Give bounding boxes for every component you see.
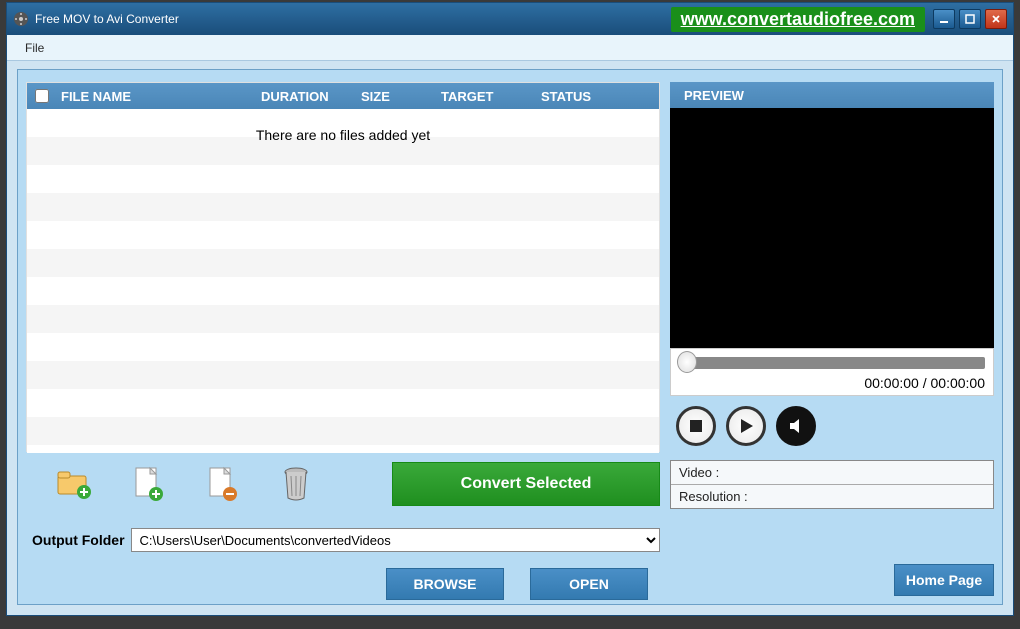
stop-icon bbox=[688, 418, 704, 434]
mute-button[interactable] bbox=[776, 406, 816, 446]
select-all-checkbox[interactable] bbox=[35, 89, 49, 103]
table-body[interactable]: There are no files added yet bbox=[27, 109, 659, 453]
maximize-button[interactable] bbox=[959, 9, 981, 29]
header-checkbox-cell bbox=[27, 89, 57, 103]
folder-add-icon bbox=[56, 468, 92, 500]
output-folder-select[interactable]: C:\Users\User\Documents\convertedVideos bbox=[131, 528, 660, 552]
preview-header: PREVIEW bbox=[670, 82, 994, 108]
play-icon bbox=[737, 417, 755, 435]
info-resolution-label: Resolution : bbox=[679, 489, 748, 504]
add-folder-button[interactable] bbox=[54, 464, 94, 504]
promo-link[interactable]: www.convertaudiofree.com bbox=[671, 7, 925, 32]
speaker-icon bbox=[787, 417, 805, 435]
stop-button[interactable] bbox=[676, 406, 716, 446]
delete-all-button[interactable] bbox=[276, 464, 316, 504]
trash-icon bbox=[281, 466, 311, 502]
content-area: FILE NAME DURATION SIZE TARGET STATUS Th… bbox=[17, 69, 1003, 605]
output-folder-row: Output Folder C:\Users\User\Documents\co… bbox=[26, 528, 660, 552]
play-button[interactable] bbox=[726, 406, 766, 446]
action-buttons: BROWSE OPEN bbox=[26, 568, 660, 600]
header-target[interactable]: TARGET bbox=[437, 89, 537, 104]
header-duration[interactable]: DURATION bbox=[257, 89, 357, 104]
seek-slider[interactable] bbox=[679, 357, 985, 369]
file-add-icon bbox=[132, 466, 164, 502]
add-file-button[interactable] bbox=[128, 464, 168, 504]
seek-box: 00:00:00 / 00:00:00 bbox=[670, 348, 994, 396]
output-folder-label: Output Folder bbox=[32, 532, 125, 548]
media-info-box: Video : Resolution : bbox=[670, 460, 994, 509]
left-pane: FILE NAME DURATION SIZE TARGET STATUS Th… bbox=[26, 82, 660, 600]
header-filename[interactable]: FILE NAME bbox=[57, 89, 257, 104]
info-video-row: Video : bbox=[671, 461, 993, 485]
info-resolution-row: Resolution : bbox=[671, 485, 993, 508]
table-header: FILE NAME DURATION SIZE TARGET STATUS bbox=[27, 83, 659, 109]
menubar: File bbox=[7, 35, 1013, 61]
seek-thumb[interactable] bbox=[677, 351, 697, 373]
file-table: FILE NAME DURATION SIZE TARGET STATUS Th… bbox=[26, 82, 660, 452]
info-video-label: Video : bbox=[679, 465, 719, 480]
window-title: Free MOV to Avi Converter bbox=[35, 12, 179, 26]
time-total: 00:00:00 bbox=[931, 375, 986, 391]
convert-selected-button[interactable]: Convert Selected bbox=[392, 462, 660, 506]
header-size[interactable]: SIZE bbox=[357, 89, 437, 104]
time-display: 00:00:00 / 00:00:00 bbox=[679, 369, 985, 391]
right-pane: PREVIEW 00:00:00 / 00:00:00 bbox=[670, 82, 994, 509]
close-button[interactable] bbox=[985, 9, 1007, 29]
menu-file[interactable]: File bbox=[19, 39, 50, 57]
minimize-button[interactable] bbox=[933, 9, 955, 29]
file-remove-icon bbox=[206, 466, 238, 502]
preview-video-area[interactable] bbox=[670, 108, 994, 348]
app-icon bbox=[13, 11, 29, 27]
app-window: Free MOV to Avi Converter www.convertaud… bbox=[6, 2, 1014, 616]
time-sep: / bbox=[919, 375, 931, 391]
remove-file-button[interactable] bbox=[202, 464, 242, 504]
file-toolbar: Convert Selected bbox=[26, 462, 660, 506]
home-page-button[interactable]: Home Page bbox=[894, 564, 994, 596]
empty-message: There are no files added yet bbox=[27, 127, 659, 143]
time-current: 00:00:00 bbox=[864, 375, 919, 391]
browse-button[interactable]: BROWSE bbox=[386, 568, 504, 600]
header-status[interactable]: STATUS bbox=[537, 89, 637, 104]
titlebar[interactable]: Free MOV to Avi Converter www.convertaud… bbox=[7, 3, 1013, 35]
open-button[interactable]: OPEN bbox=[530, 568, 648, 600]
playback-controls bbox=[670, 396, 994, 456]
